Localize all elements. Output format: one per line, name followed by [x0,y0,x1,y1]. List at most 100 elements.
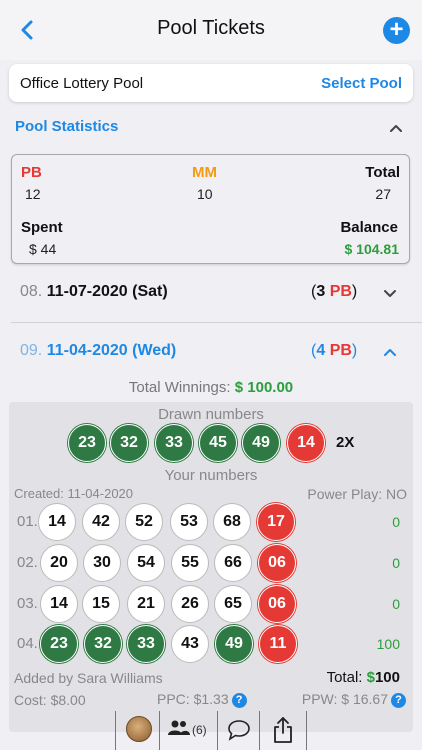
pool-statistics-title[interactable]: Pool Statistics [15,118,118,135]
power-play-status: Power Play: NO [307,486,407,502]
drawn-numbers-label: Drawn numbers [158,406,264,423]
row-index: 01. [17,513,38,530]
ticket-count: (3 PB) [311,283,357,301]
pb-label: PB [21,164,42,181]
divider [11,322,422,323]
total-winnings: Total Winnings: $ 100.00 [0,379,422,396]
ticket-detail-panel: Drawn numbers 23 32 33 45 49 14 2X Your … [9,402,413,732]
pb-count: 12 [25,186,41,202]
ppc: PPC: $1.33? [157,691,247,708]
mm-count: 10 [197,186,213,202]
total-count: 27 [375,186,391,202]
ticket-ball: 20 [40,544,78,582]
pool-statistics-card: PB 12 MM 10 Total 27 Spent $ 44 Balance … [11,154,410,264]
page-title: Pool Tickets [157,17,265,39]
ticket-powerball: 06 [258,544,296,582]
created-date: Created: 11-04-2020 [14,486,134,501]
ticket-ball: 66 [214,544,252,582]
ticket-ball: 21 [127,585,165,623]
ticket-ball: 30 [83,544,121,582]
row-winnings: 100 [376,636,400,652]
add-ticket-button[interactable]: + [383,17,410,44]
row-index: 03. [17,595,38,612]
chat-icon [228,720,250,741]
count-number: 3 [316,283,326,300]
row-winnings: 0 [392,514,400,530]
ticket-ball: 14 [40,585,78,623]
multiplier: 2X [336,434,355,451]
ppc-value: PPC: $1.33 [157,691,229,707]
ticket-powerball: 17 [257,503,295,541]
drawn-ball: 23 [68,424,106,462]
added-by: Added by Sara Williams [14,670,163,686]
balance-value: $ 104.81 [344,241,400,257]
ticket-toolbar: (6) [115,711,307,750]
select-pool-button[interactable]: Select Pool [321,75,402,92]
row-index: 02. [17,554,38,571]
ticket-ball: 15 [82,585,120,623]
pool-selector[interactable]: Office Lottery Pool Select Pool [9,64,413,102]
total-winnings-label: Total Winnings: [128,379,231,396]
ticket-ball: 42 [82,503,120,541]
share-button[interactable] [259,711,307,750]
ticket-ball-matched: 49 [215,625,253,663]
total-value: 100 [374,669,400,686]
count-number: 4 [316,342,326,359]
chevron-up-icon[interactable] [389,121,403,135]
help-icon[interactable]: ? [391,692,406,708]
drawn-ball: 45 [199,424,237,462]
members-count: (6) [192,723,207,737]
ticket-ball-matched: 32 [84,625,122,663]
ticket-ball: 68 [213,503,251,541]
draw-date: 11-04-2020 (Wed) [46,342,177,359]
ticket-ball-matched: 33 [127,625,165,663]
ticket-total: Total: $100 [327,669,400,686]
count-close: ) [351,342,358,359]
ticket-ball: 52 [125,503,163,541]
row-winnings: 0 [392,555,400,571]
draw-row-09[interactable]: 09. 11-04-2020 (Wed) (4 PB) [20,342,410,360]
draw-row-08[interactable]: 08. 11-07-2020 (Sat) (3 PB) [20,283,410,301]
total-currency: $ [366,669,375,686]
row-winnings: 0 [392,596,400,612]
your-numbers-label: Your numbers [164,467,258,484]
drawn-ball: 33 [155,424,193,462]
row-index: 04. [17,635,38,652]
cost: Cost: $8.00 [14,692,86,708]
share-icon [274,717,292,743]
plus-icon: + [389,16,404,43]
comments-button[interactable] [217,711,259,750]
help-icon[interactable]: ? [231,692,247,708]
ticket-powerball: 06 [258,585,296,623]
drawn-powerball: 14 [287,424,325,462]
ticket-ball: 26 [171,585,209,623]
avatar [126,716,152,742]
nav-header: Pool Tickets + [0,0,422,60]
ticket-photo-button[interactable] [115,711,159,750]
people-icon [168,720,190,735]
ticket-ball: 54 [127,544,165,582]
ticket-ball: 55 [171,544,209,582]
count-close: ) [351,283,358,300]
members-button[interactable]: (6) [159,711,217,750]
ticket-count: (4 PB) [311,342,357,360]
chevron-up-icon[interactable] [383,345,397,359]
app-screen: Pool Tickets + Office Lottery Pool Selec… [0,0,422,750]
total-label: Total: [326,669,363,686]
ppw-value: PPW: $ 16.67 [301,691,388,707]
ppw: PPW: $ 16.67? [302,691,406,708]
game-type: PB [329,342,352,359]
spent-label: Spent [21,219,63,236]
ticket-ball: 65 [214,585,252,623]
spent-value: $ 44 [29,241,57,257]
ticket-powerball: 11 [259,625,297,663]
draw-index: 09. [20,342,43,359]
ticket-ball-matched: 23 [40,625,78,663]
chevron-down-icon[interactable] [383,287,397,301]
draw-date: 11-07-2020 (Sat) [46,283,168,300]
total-label: Total [365,164,400,181]
pool-name: Office Lottery Pool [20,75,144,92]
drawn-ball: 32 [110,424,148,462]
total-winnings-value: $ 100.00 [234,379,294,396]
draw-index: 08. [20,283,43,300]
